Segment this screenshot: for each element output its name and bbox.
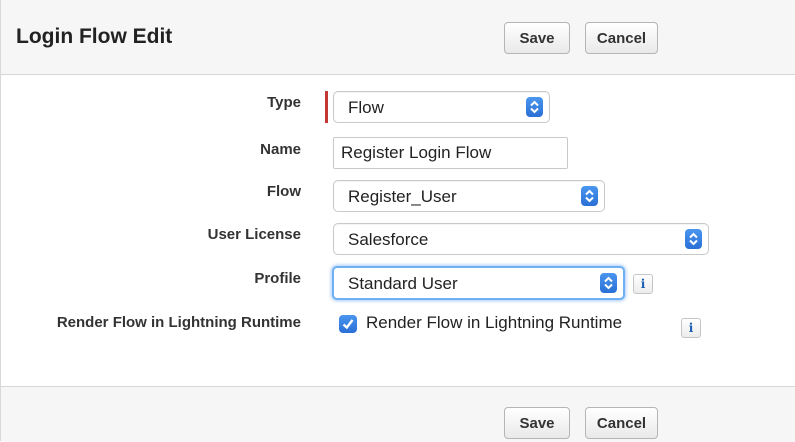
- profile-select[interactable]: Standard User: [332, 266, 625, 300]
- select-arrows-icon: [526, 97, 543, 117]
- name-input[interactable]: [333, 137, 568, 169]
- cancel-button[interactable]: Cancel: [585, 407, 658, 439]
- type-select-value: Flow: [348, 98, 384, 117]
- flow-select-value: Register_User: [348, 187, 457, 206]
- required-indicator: [325, 91, 328, 123]
- render-flow-checkbox-label: Render Flow in Lightning Runtime: [366, 313, 623, 332]
- type-select[interactable]: Flow: [333, 91, 550, 123]
- flow-select[interactable]: Register_User: [333, 180, 605, 212]
- profile-label: Profile: [254, 270, 301, 287]
- save-button[interactable]: Save: [504, 407, 570, 439]
- type-label: Type: [267, 94, 301, 111]
- page-header: Login Flow Edit Save Cancel: [1, 0, 795, 75]
- name-label: Name: [260, 141, 301, 158]
- select-arrows-icon: [581, 186, 598, 206]
- info-icon[interactable]: i: [681, 318, 701, 338]
- page-footer: Save Cancel: [1, 386, 795, 442]
- info-icon[interactable]: i: [633, 274, 653, 294]
- user-license-select[interactable]: Salesforce: [333, 223, 709, 255]
- render-flow-label: Render Flow in Lightning Runtime: [56, 314, 301, 331]
- select-arrows-icon: [685, 229, 702, 249]
- save-button[interactable]: Save: [504, 22, 570, 54]
- select-arrows-icon: [600, 273, 617, 293]
- user-license-select-value: Salesforce: [348, 230, 429, 249]
- page-title: Login Flow Edit: [16, 25, 173, 48]
- profile-select-value: Standard User: [348, 274, 458, 293]
- flow-label: Flow: [266, 183, 301, 200]
- cancel-button[interactable]: Cancel: [585, 22, 658, 54]
- render-flow-checkbox[interactable]: [339, 315, 357, 333]
- checkmark-icon: [342, 319, 354, 330]
- user-license-label: User License: [207, 226, 301, 243]
- login-flow-edit-page: Login Flow Edit Save Cancel Type Flow Na…: [0, 0, 795, 442]
